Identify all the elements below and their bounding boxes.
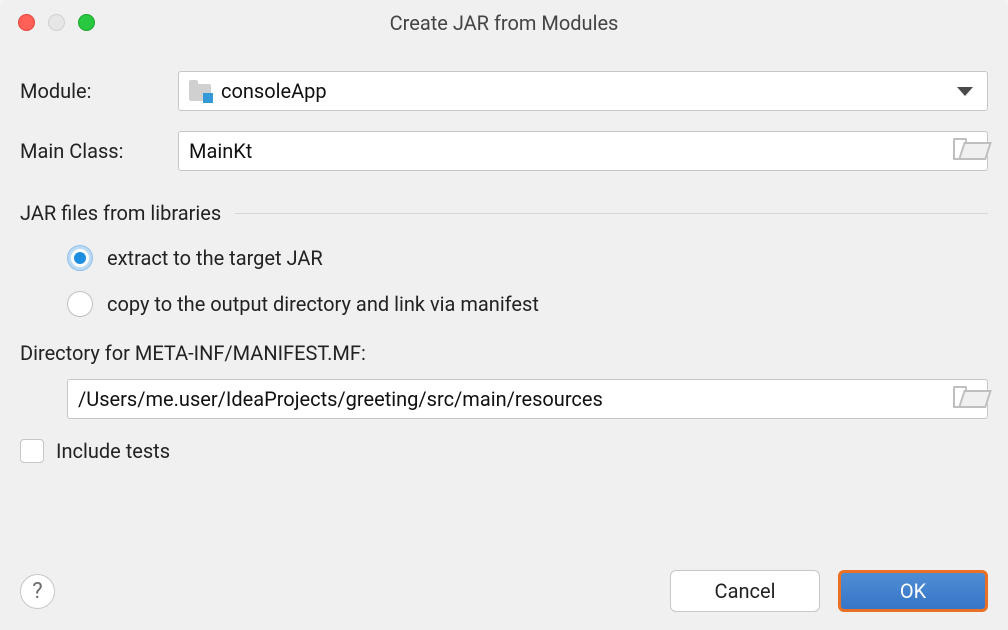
- main-class-row: Main Class: MainKt: [20, 131, 988, 171]
- module-row: Module: consoleApp: [20, 71, 988, 111]
- ok-button[interactable]: OK: [838, 570, 988, 612]
- close-icon[interactable]: [18, 14, 35, 31]
- radio-icon: [67, 245, 93, 271]
- main-class-field[interactable]: MainKt: [178, 131, 988, 171]
- directory-row: /Users/me.user/IdeaProjects/greeting/src…: [20, 379, 988, 419]
- module-icon: [189, 82, 211, 101]
- libraries-radio-group: extract to the target JAR copy to the ou…: [20, 245, 988, 317]
- radio-extract-label: extract to the target JAR: [107, 246, 323, 270]
- folder-open-icon[interactable]: [953, 390, 977, 408]
- window-title: Create JAR from Modules: [16, 11, 992, 35]
- radio-extract[interactable]: extract to the target JAR: [67, 245, 988, 271]
- radio-copy-label: copy to the output directory and link vi…: [107, 292, 539, 316]
- libraries-section-title: JAR files from libraries: [20, 201, 221, 225]
- module-combobox[interactable]: consoleApp: [178, 71, 988, 111]
- maximize-icon[interactable]: [78, 14, 95, 31]
- directory-section: Directory for META-INF/MANIFEST.MF: /Use…: [20, 341, 988, 419]
- help-button[interactable]: ?: [20, 574, 55, 609]
- module-label: Module:: [20, 79, 178, 103]
- directory-field[interactable]: /Users/me.user/IdeaProjects/greeting/src…: [67, 379, 988, 419]
- radio-icon: [67, 291, 93, 317]
- minimize-icon: [48, 14, 65, 31]
- cancel-button[interactable]: Cancel: [670, 570, 820, 612]
- main-class-label: Main Class:: [20, 139, 178, 163]
- module-value: consoleApp: [221, 79, 327, 103]
- directory-value: /Users/me.user/IdeaProjects/greeting/src…: [78, 387, 953, 411]
- libraries-section: JAR files from libraries extract to the …: [20, 201, 988, 317]
- directory-label: Directory for META-INF/MANIFEST.MF:: [20, 341, 988, 365]
- dialog-footer: ? Cancel OK: [0, 570, 1008, 612]
- cancel-label: Cancel: [715, 579, 776, 603]
- chevron-down-icon: [957, 87, 973, 96]
- section-header: JAR files from libraries: [20, 201, 988, 225]
- include-tests-row[interactable]: Include tests: [20, 439, 988, 463]
- titlebar: Create JAR from Modules: [0, 0, 1008, 45]
- folder-open-icon[interactable]: [953, 142, 977, 160]
- radio-copy[interactable]: copy to the output directory and link vi…: [67, 291, 988, 317]
- include-tests-checkbox[interactable]: [20, 439, 44, 463]
- traffic-lights: [18, 14, 95, 31]
- divider: [235, 213, 988, 214]
- include-tests-label: Include tests: [56, 439, 170, 463]
- dialog-window: Create JAR from Modules Module: consoleA…: [0, 0, 1008, 630]
- ok-label: OK: [900, 579, 926, 603]
- help-icon: ?: [32, 579, 42, 604]
- main-class-value: MainKt: [189, 139, 953, 163]
- dialog-body: Module: consoleApp Main Class: MainKt: [0, 45, 1008, 483]
